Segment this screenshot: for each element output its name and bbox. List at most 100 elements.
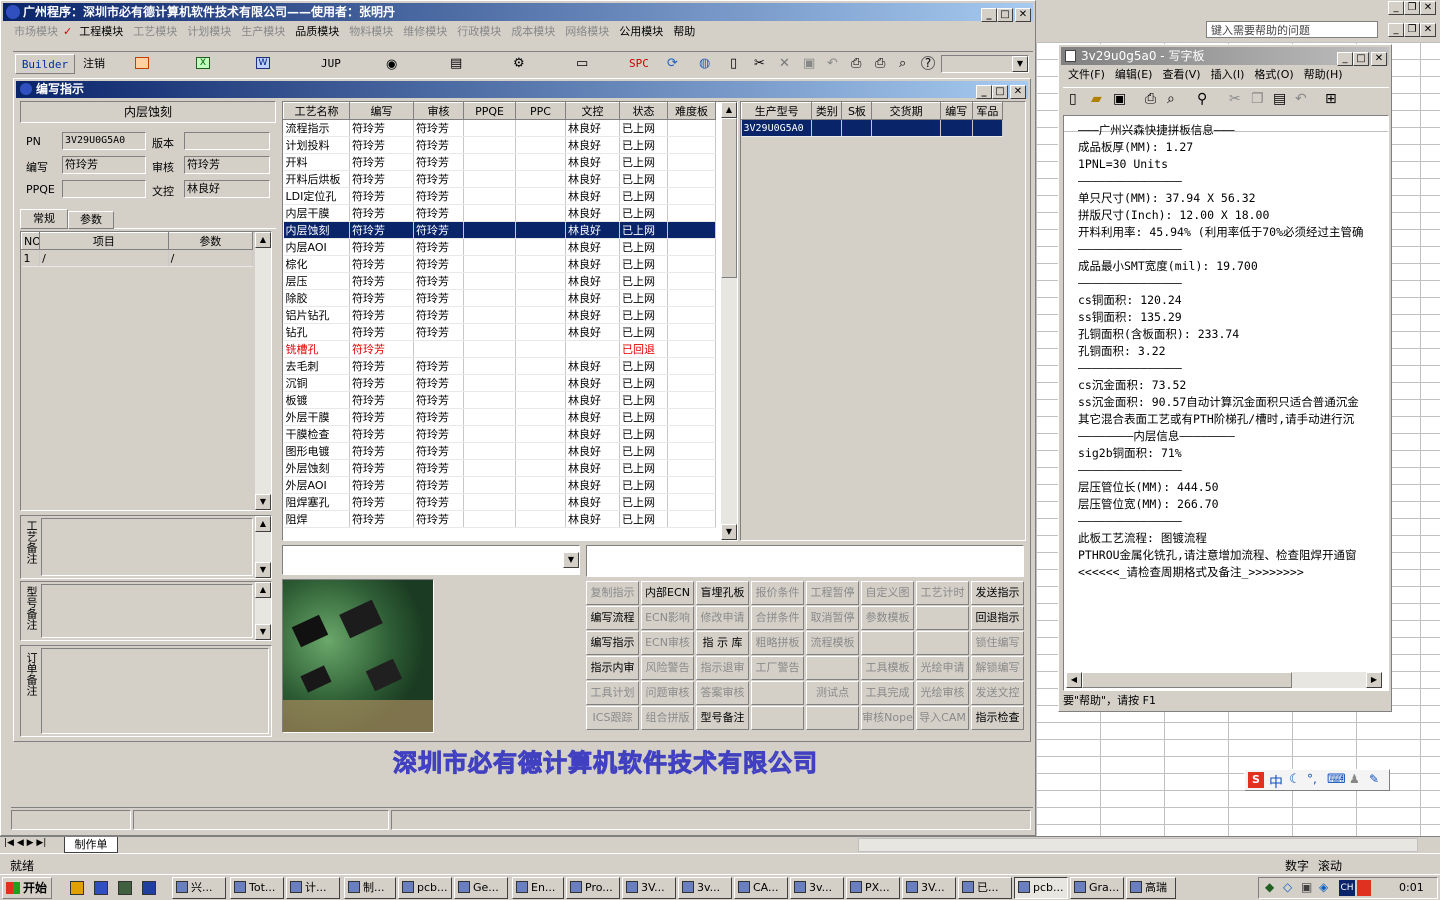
process-header-7[interactable]: 难度板 [667,102,716,120]
eye-icon[interactable]: ◉ [386,57,397,72]
param-row[interactable]: 1// [21,249,254,267]
action-button-1[interactable]: 内部ECN [641,581,694,605]
open-icon[interactable]: ▰ [1091,91,1102,107]
table-row[interactable]: 图形电镀 符玲芳 符玲芳 林良好 已上网 [283,442,716,460]
table-row[interactable]: 计划投料 符玲芳 符玲芳 林良好 已上网 [283,136,716,154]
table-row[interactable]: 内层AOI 符玲芳 符玲芳 林良好 已上网 [283,238,716,256]
wordpad-maximize-button[interactable]: □ [1353,52,1369,66]
action-button-10[interactable]: 修改申请 [696,606,749,630]
wordpad-minimize-button[interactable]: _ [1337,52,1353,66]
action-button-40[interactable]: ICS跟踪 [586,706,639,730]
action-button-4[interactable]: 工程暂停 [806,581,859,605]
gear-icon[interactable]: ⚙ [513,56,525,71]
quick-launch-icon[interactable] [70,881,84,895]
menu-item-1[interactable]: 工程模块 [74,23,128,41]
action-button-29[interactable]: 工具模板 [861,656,914,680]
editor-close-button[interactable]: ✕ [1010,85,1026,99]
taskbar-item[interactable]: Gra... [1070,877,1124,899]
menu-item-7[interactable]: 维修模块 [398,23,452,41]
action-button-32[interactable]: 工具计划 [586,681,639,705]
menu-item-8[interactable]: 行政模块 [452,23,506,41]
process-header-1[interactable]: 编写 [349,102,414,120]
action-button-20[interactable]: 流程模板 [806,631,859,655]
table-row[interactable]: 内层干膜 符玲芳 符玲芳 林良好 已上网 [283,204,716,222]
model-note-input[interactable] [41,584,253,638]
process-header-3[interactable]: PPQE [463,102,516,120]
action-button-27[interactable]: 工厂警告 [751,656,804,680]
table-row[interactable]: 钻孔 符玲芳 符玲芳 林良好 已上网 [283,323,716,341]
action-button-36[interactable]: 测试点 [806,681,859,705]
table-row[interactable]: 阻焊 符玲芳 符玲芳 林良好 已上网 [283,510,716,528]
table-row[interactable]: 去毛刺 符玲芳 符玲芳 林良好 已上网 [283,357,716,375]
process-header-4[interactable]: PPC [515,102,566,120]
process-filter-combo[interactable]: ▼ [282,545,580,575]
table-row[interactable]: 板镀 符玲芳 符玲芳 林良好 已上网 [283,391,716,409]
excel-icon[interactable]: X [196,57,210,69]
action-button-44[interactable] [806,706,859,730]
quick-launch-icon[interactable] [94,881,108,895]
ime-mode[interactable]: 中 [1269,772,1283,792]
table-row[interactable]: 除胶 符玲芳 符玲芳 林良好 已上网 [283,289,716,307]
cut-doc-icon[interactable]: ✂ [1229,91,1241,107]
param-scrollbar[interactable]: ▲ ▼ [255,232,271,510]
print-doc-icon[interactable]: ⎙ [1145,91,1156,107]
ppqe-field[interactable] [62,180,146,198]
builder-button[interactable]: Builder [15,54,75,74]
action-button-41[interactable]: 组合拼版 [641,706,694,730]
model-header-0[interactable]: 生产型号 [740,102,813,120]
reviewer-field[interactable]: 符玲芳 [184,156,270,174]
action-button-42[interactable]: 型号备注 [696,706,749,730]
wenkong-field[interactable]: 林良好 [184,180,270,198]
report-icon[interactable] [135,57,149,69]
new-doc-icon[interactable]: ▯ [1069,91,1077,107]
wordpad-menu-item[interactable]: 编辑(E) [1110,66,1158,84]
action-button-6[interactable]: 工艺计时 [916,581,969,605]
action-button-5[interactable]: 自定义图 [861,581,914,605]
tab-general[interactable]: 常规 [20,209,68,229]
menu-item-3[interactable]: 计划模块 [182,23,236,41]
menu-item-12[interactable]: 帮助 [668,23,700,41]
action-button-37[interactable]: 工具完成 [861,681,914,705]
action-button-47[interactable]: 指示检查 [971,706,1024,730]
action-button-8[interactable]: 编写流程 [586,606,639,630]
action-button-23[interactable]: 锁住编写 [971,631,1024,655]
taskbar-item[interactable]: PX... [846,877,900,899]
undo-doc-icon[interactable]: ↶ [1295,91,1307,107]
pn-field[interactable]: 3V29U0G5A0 [62,132,146,150]
editor-minimize-button[interactable]: _ [976,85,992,99]
close-button[interactable]: ✕ [1015,8,1031,22]
taskbar-item[interactable]: 已... [958,877,1012,899]
editor-maximize-button[interactable]: □ [992,85,1008,99]
table-row[interactable]: 内层蚀刻 符玲芳 符玲芳 林良好 已上网 [283,221,716,239]
copy-icon[interactable]: ❐ [1251,91,1264,107]
taskbar-item[interactable]: 制... [344,877,396,899]
action-button-19[interactable]: 粗略拼板 [751,631,804,655]
taskbar-item[interactable]: 3V... [622,877,676,899]
process-scrollbar[interactable]: ▲ ▼ [721,102,737,540]
binoculars-icon[interactable]: ⚲ [1197,91,1207,107]
action-button-30[interactable]: 光绘申请 [916,656,969,680]
action-button-24[interactable]: 指示内审 [586,656,639,680]
action-button-2[interactable]: 盲埋孔板 [696,581,749,605]
quick-launch-icon[interactable] [142,881,156,895]
word-icon[interactable]: W [256,57,270,69]
computer-icon[interactable]: ▭ [576,56,588,71]
taskbar-item[interactable]: 3V... [902,877,956,899]
action-button-11[interactable]: 合拼条件 [751,606,804,630]
table-row[interactable]: 干膜检查 符玲芳 符玲芳 林良好 已上网 [283,425,716,443]
table-row[interactable]: LDI定位孔 符玲芳 符玲芳 林良好 已上网 [283,187,716,205]
save-doc-icon[interactable]: ▣ [1113,91,1126,107]
minimize-button[interactable]: _ [981,8,997,22]
ime-moon-icon[interactable]: ☾ [1289,772,1301,787]
start-button[interactable]: 开始 [2,877,52,899]
cut-icon[interactable]: ✂ [754,56,765,71]
find-icon[interactable]: ⌕ [899,56,906,71]
wordpad-menu-item[interactable]: 格式(O) [1249,66,1298,84]
table-row[interactable]: 铝片钻孔 符玲芳 符玲芳 林良好 已上网 [283,306,716,324]
model-header-3[interactable]: 交货期 [871,102,941,120]
action-button-33[interactable]: 问题审核 [641,681,694,705]
menu-item-0[interactable]: 市场模块 [9,23,63,41]
taskbar-item[interactable]: 3v... [790,877,844,899]
action-button-9[interactable]: ECN影响 [641,606,694,630]
insert-object-icon[interactable]: ⊞ [1325,91,1337,107]
